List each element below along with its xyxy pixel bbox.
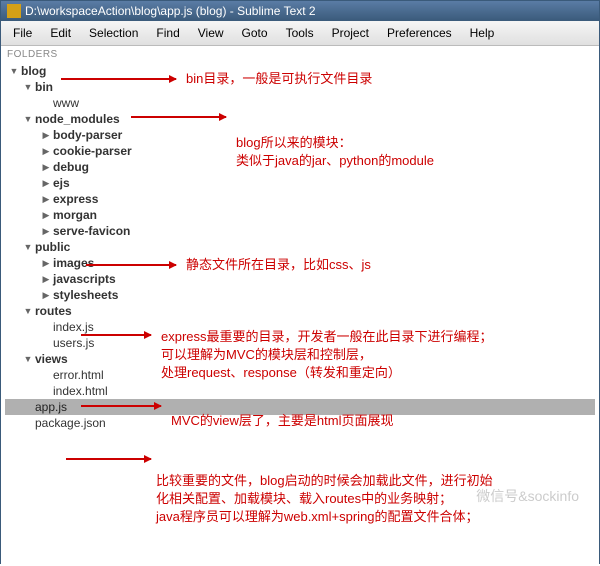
menu-project[interactable]: Project [324, 24, 377, 42]
tree-folder-node-modules[interactable]: node_modules [5, 111, 595, 127]
annotation-arrow [86, 264, 176, 266]
menu-file[interactable]: File [5, 24, 40, 42]
annotation-arrow [81, 405, 161, 407]
chevron-right-icon [41, 194, 51, 205]
tree-folder-express[interactable]: express [5, 191, 595, 207]
title-bar: D:\workspaceAction\blog\app.js (blog) - … [1, 1, 599, 21]
annotation-arrow [66, 458, 151, 460]
chevron-right-icon [41, 274, 51, 285]
annotation-bin: bin目录，一般是可执行文件目录 [186, 70, 372, 88]
chevron-down-icon [23, 82, 33, 92]
annotation-text: java程序员可以理解为web.xml+spring的配置文件合体； [156, 508, 493, 526]
tree-file-index-html[interactable]: index.html [5, 383, 595, 399]
chevron-right-icon [41, 162, 51, 173]
chevron-right-icon [41, 130, 51, 141]
annotation-text: 类似于java的jar、python的module [236, 152, 434, 170]
chevron-down-icon [23, 306, 33, 316]
menu-tools[interactable]: Tools [278, 24, 322, 42]
annotation-text: blog所以来的模块： [236, 134, 434, 152]
content-area: FOLDERS blog bin www node_modules body-p… [1, 46, 599, 566]
window-title: D:\workspaceAction\blog\app.js (blog) - … [25, 4, 316, 18]
menu-help[interactable]: Help [462, 24, 503, 42]
sidebar: FOLDERS blog bin www node_modules body-p… [1, 46, 599, 566]
annotation-node-modules: blog所以来的模块： 类似于java的jar、python的module [236, 134, 434, 170]
annotation-arrow [131, 116, 226, 118]
chevron-right-icon [41, 178, 51, 189]
watermark: 微信号&sockinfo [476, 486, 579, 506]
annotation-views: MVC的view层了，主要是html页面展现 [171, 412, 393, 430]
annotation-text: 比较重要的文件，blog启动的时候会加载此文件，进行初始 [156, 472, 493, 490]
annotation-text: 化相关配置、加载模块、载入routes中的业务映射； [156, 490, 493, 508]
chevron-right-icon [41, 258, 51, 269]
menu-bar: File Edit Selection Find View Goto Tools… [1, 21, 599, 46]
annotation-public: 静态文件所在目录，比如css、js [186, 256, 371, 274]
menu-preferences[interactable]: Preferences [379, 24, 460, 42]
tree-folder-morgan[interactable]: morgan [5, 207, 595, 223]
chevron-down-icon [23, 114, 33, 124]
chevron-right-icon [41, 290, 51, 301]
annotation-app-js: 比较重要的文件，blog启动的时候会加载此文件，进行初始 化相关配置、加载模块、… [156, 472, 493, 527]
menu-goto[interactable]: Goto [234, 24, 276, 42]
tree-folder-routes[interactable]: routes [5, 303, 595, 319]
chevron-right-icon [41, 210, 51, 221]
tree-folder-ejs[interactable]: ejs [5, 175, 595, 191]
annotation-text: 处理request、response（转发和重定向） [161, 364, 493, 382]
annotation-routes: express最重要的目录，开发者一般在此目录下进行编程； 可以理解为MVC的模… [161, 328, 493, 383]
menu-find[interactable]: Find [148, 24, 187, 42]
tree-folder-stylesheets[interactable]: stylesheets [5, 287, 595, 303]
tree-folder-public[interactable]: public [5, 239, 595, 255]
annotation-arrow [61, 78, 176, 80]
annotation-arrow [81, 334, 151, 336]
app-icon [7, 4, 21, 18]
menu-edit[interactable]: Edit [42, 24, 79, 42]
annotation-text: express最重要的目录，开发者一般在此目录下进行编程； [161, 328, 493, 346]
chevron-down-icon [9, 66, 19, 76]
menu-view[interactable]: View [190, 24, 232, 42]
folders-header: FOLDERS [1, 46, 599, 63]
menu-selection[interactable]: Selection [81, 24, 146, 42]
chevron-down-icon [23, 354, 33, 364]
chevron-right-icon [41, 146, 51, 157]
chevron-right-icon [41, 226, 51, 237]
chevron-down-icon [23, 242, 33, 252]
tree-file-www[interactable]: www [5, 95, 595, 111]
annotation-text: 可以理解为MVC的模块层和控制层， [161, 346, 493, 364]
tree-folder-serve-favicon[interactable]: serve-favicon [5, 223, 595, 239]
